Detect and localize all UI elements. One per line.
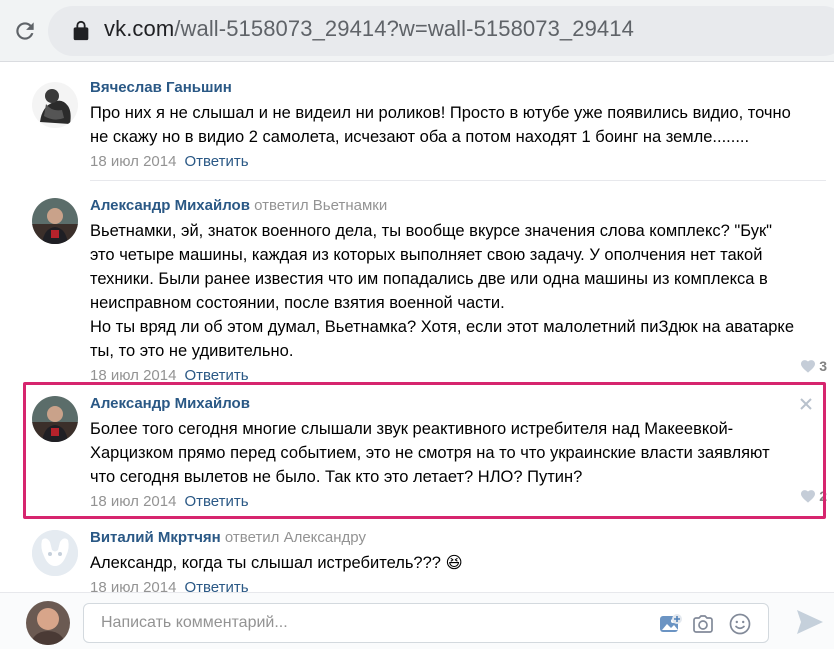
lock-icon[interactable]	[70, 20, 92, 42]
highlight-frame	[23, 382, 826, 519]
like-count: 3	[819, 358, 827, 374]
camera-icon[interactable]	[691, 612, 715, 636]
comment-text-line: Вьетнамки, эй, знаток военного дела, ты …	[90, 222, 773, 240]
comment-text-line: Александр, когда ты слышал истребитель??…	[90, 554, 463, 572]
comment-input-box[interactable]	[83, 603, 769, 643]
heart-icon	[801, 359, 816, 373]
comment-text-line: Но ты вряд ли об этом думал, Вьетнамка? …	[90, 318, 794, 336]
divider	[90, 180, 826, 181]
avatar[interactable]	[32, 198, 78, 244]
comment-author[interactable]: Вячеслав Ганьшин	[90, 79, 232, 96]
send-icon[interactable]	[795, 608, 825, 636]
comment-text-line: не скажу но в видио 2 самолета, исчезают…	[90, 128, 750, 146]
avatar[interactable]	[32, 82, 78, 128]
comment-date[interactable]: 18 июл 2014	[90, 153, 176, 170]
emoji-icon[interactable]	[728, 612, 752, 636]
attach-photo-icon[interactable]	[658, 612, 682, 636]
reply-to-label[interactable]: ответил Вьетнамки	[254, 197, 387, 214]
comment-date[interactable]: 18 июл 2014	[90, 579, 176, 592]
avatar[interactable]	[32, 530, 78, 576]
comment-item: Виталий Мкртчян ответил Александру Алекс…	[24, 528, 827, 592]
comment-input[interactable]	[84, 604, 644, 642]
comment-text-line: это четыре машины, каждая из которых вып…	[90, 246, 763, 264]
comment-text-line: техники. Были ранее известия что им попа…	[90, 270, 768, 288]
avatar[interactable]	[26, 601, 70, 645]
comment-item: Вячеслав Ганьшин Про них я не слышал и н…	[24, 78, 827, 193]
browser-toolbar: vk.com/wall-5158073_29414?w=wall-5158073…	[0, 0, 834, 62]
comment-author[interactable]: Александр Михайлов	[90, 197, 250, 214]
reply-button[interactable]: Ответить	[184, 153, 248, 170]
url-text[interactable]: vk.com/wall-5158073_29414?w=wall-5158073…	[104, 16, 634, 42]
comment-author[interactable]: Виталий Мкртчян	[90, 529, 221, 546]
comment-text: Про них я не слышал и не видеил ни ролик…	[90, 101, 819, 149]
reload-icon[interactable]	[8, 14, 42, 48]
comment-item: Александр Михайлов ответил Вьетнамки Вье…	[24, 192, 827, 384]
reply-to-label[interactable]: ответил Александру	[225, 529, 366, 546]
comment-text-line: Про них я не слышал и не видеил ни ролик…	[90, 104, 791, 122]
comment-text: Александр, когда ты слышал истребитель??…	[90, 551, 819, 575]
comment-text-line: неисправном состоянии, после взятия воен…	[90, 294, 505, 312]
like-button[interactable]: 3	[801, 358, 827, 374]
comment-composer	[0, 592, 834, 649]
comment-text: Вьетнамки, эй, знаток военного дела, ты …	[90, 219, 819, 363]
url-path: /wall-5158073_29414?w=wall-5158073_29414	[174, 16, 634, 41]
comment-text-line: ты, то это не удивительно.	[90, 342, 294, 360]
reply-button[interactable]: Ответить	[184, 579, 248, 592]
url-host: vk.com	[104, 16, 175, 41]
close-icon[interactable]	[799, 397, 813, 411]
